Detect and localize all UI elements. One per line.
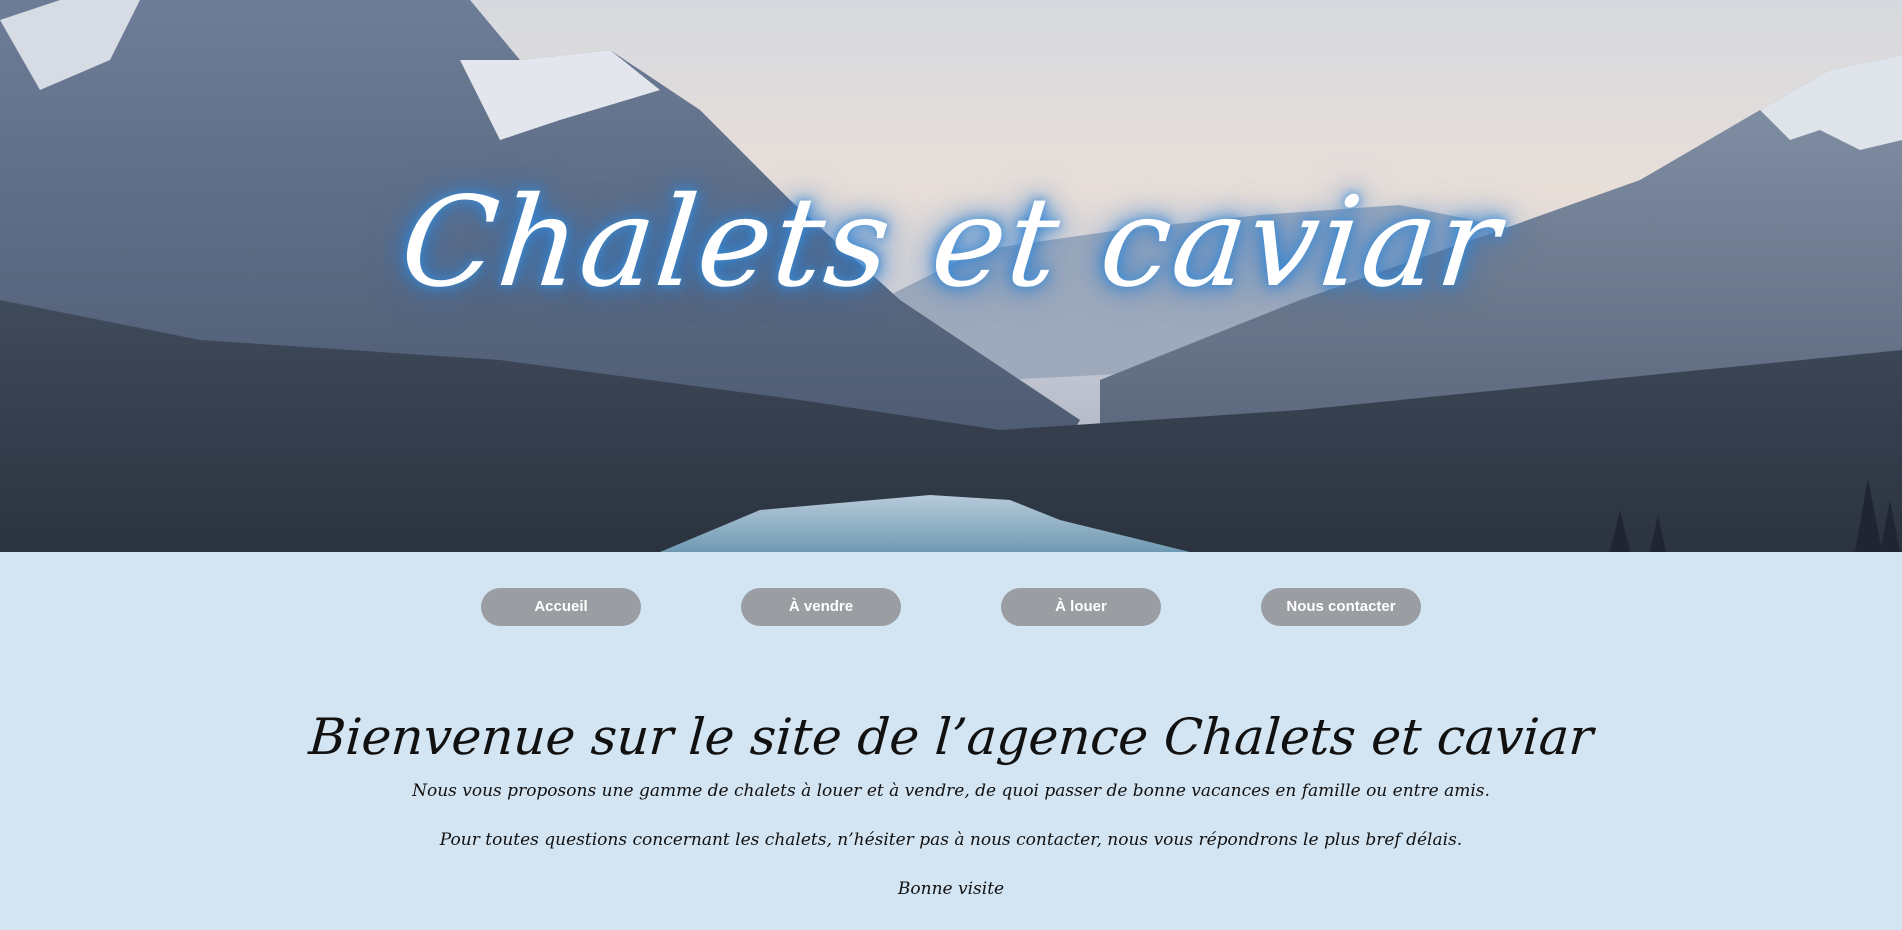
greeting-paragraph: Bonne visite: [897, 879, 1005, 899]
nav-button-accueil[interactable]: Accueil: [481, 588, 641, 626]
nav-button-a-vendre[interactable]: À vendre: [741, 588, 901, 626]
nav-button-nous-contacter[interactable]: Nous contacter: [1261, 588, 1421, 626]
site-title: Chalets et caviar: [394, 171, 1508, 315]
nav-button-a-louer[interactable]: À louer: [1001, 588, 1161, 626]
intro-paragraph: Nous vous proposons une gamme de chalets…: [412, 781, 1490, 801]
hero-banner: Chalets et caviar: [0, 0, 1902, 552]
main-nav: Accueil À vendre À louer Nous contacter: [0, 588, 1902, 626]
welcome-heading: Bienvenue sur le site de l’agence Chalet…: [307, 708, 1595, 766]
contact-paragraph: Pour toutes questions concernant les cha…: [439, 830, 1463, 850]
welcome-section: Bienvenue sur le site de l’agence Chalet…: [0, 700, 1902, 900]
